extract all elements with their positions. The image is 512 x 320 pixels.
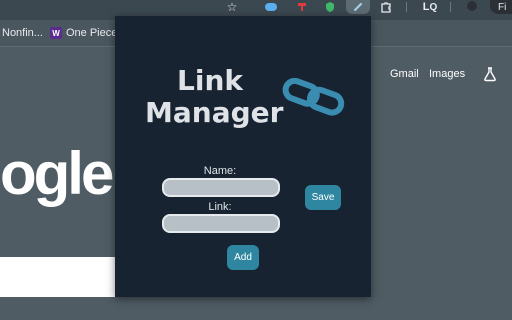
extensions-puzzle-icon[interactable] <box>378 0 394 14</box>
labs-flask-icon[interactable] <box>482 66 498 82</box>
avatar[interactable] <box>464 0 480 14</box>
save-button[interactable]: Save <box>305 185 341 210</box>
extension-red-icon[interactable] <box>294 0 310 14</box>
link-label: Link: <box>208 201 232 213</box>
bookmark-label: One Piece <box>66 27 118 39</box>
name-label: Name: <box>203 165 237 177</box>
google-search-box[interactable] <box>0 257 120 297</box>
divider <box>406 2 407 12</box>
bookmark-favicon-icon: W <box>50 27 62 39</box>
popup-title: Link Manager <box>145 64 284 129</box>
divider <box>450 2 451 12</box>
bookmark-one-piece[interactable]: W One Piece <box>50 27 117 39</box>
link-manager-extension-icon[interactable] <box>346 0 370 14</box>
google-logo: ogle <box>0 140 114 207</box>
title-line-1: Link <box>177 64 243 97</box>
add-button[interactable]: Add <box>227 245 259 270</box>
extension-shield-icon[interactable] <box>322 0 338 14</box>
profile-button[interactable]: Fi <box>490 0 512 14</box>
chain-link-icon <box>282 78 345 116</box>
gmail-link[interactable]: Gmail <box>390 68 419 80</box>
title-line-2: Manager <box>145 96 284 129</box>
bookmark-label: Nonfin... <box>2 27 43 39</box>
link-manager-popup: Link Manager Name: Link: Save Add <box>115 16 371 297</box>
bookmark-nonfin[interactable]: Nonfin... <box>2 27 43 39</box>
link-input[interactable] <box>162 214 280 233</box>
extension-cloud-icon[interactable] <box>262 0 280 14</box>
name-input[interactable] <box>162 178 280 197</box>
reading-list-icon[interactable]: LQ <box>420 0 440 14</box>
bookmark-star-icon[interactable]: ☆ <box>224 0 240 14</box>
images-link[interactable]: Images <box>429 68 465 80</box>
